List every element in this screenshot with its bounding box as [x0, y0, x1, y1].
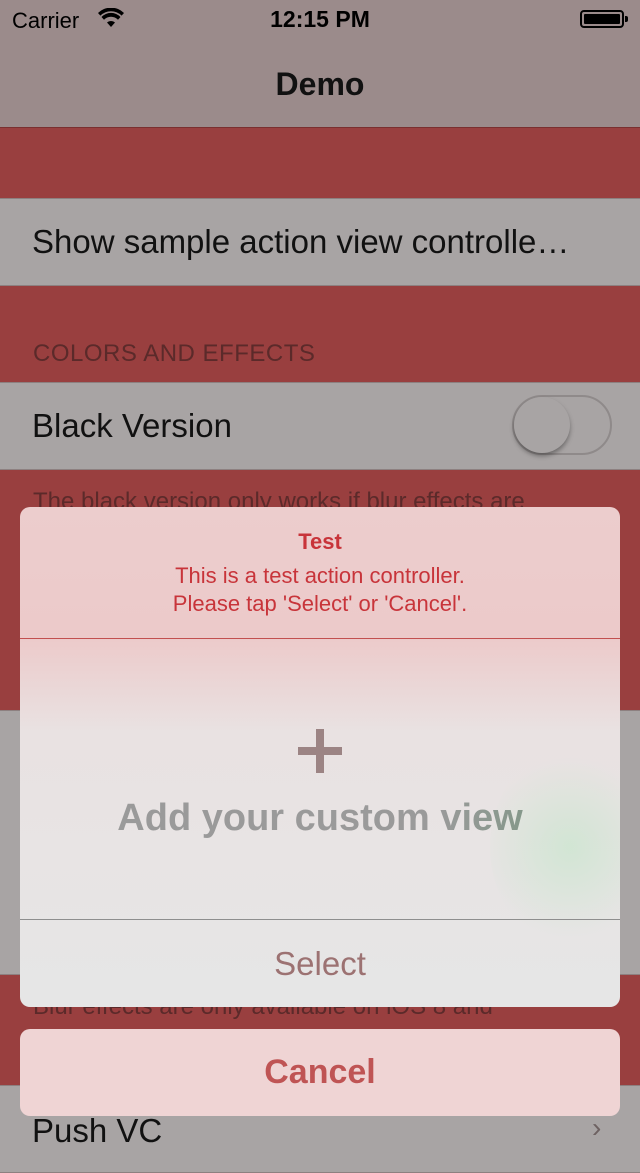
sheet-title: Test [298, 529, 342, 554]
sheet-message-line1: This is a test action controller. [175, 563, 465, 588]
custom-view-placeholder: Add your custom view [20, 797, 620, 840]
sheet-divider-top [20, 638, 620, 639]
cancel-button[interactable]: Cancel [20, 1029, 620, 1116]
action-sheet: Test This is a test action controller. P… [20, 507, 620, 1007]
blur-glow [490, 747, 620, 947]
sheet-message-line2: Please tap 'Select' or 'Cancel'. [172, 591, 468, 616]
select-button[interactable]: Select [20, 920, 620, 1007]
plus-icon [298, 729, 342, 773]
